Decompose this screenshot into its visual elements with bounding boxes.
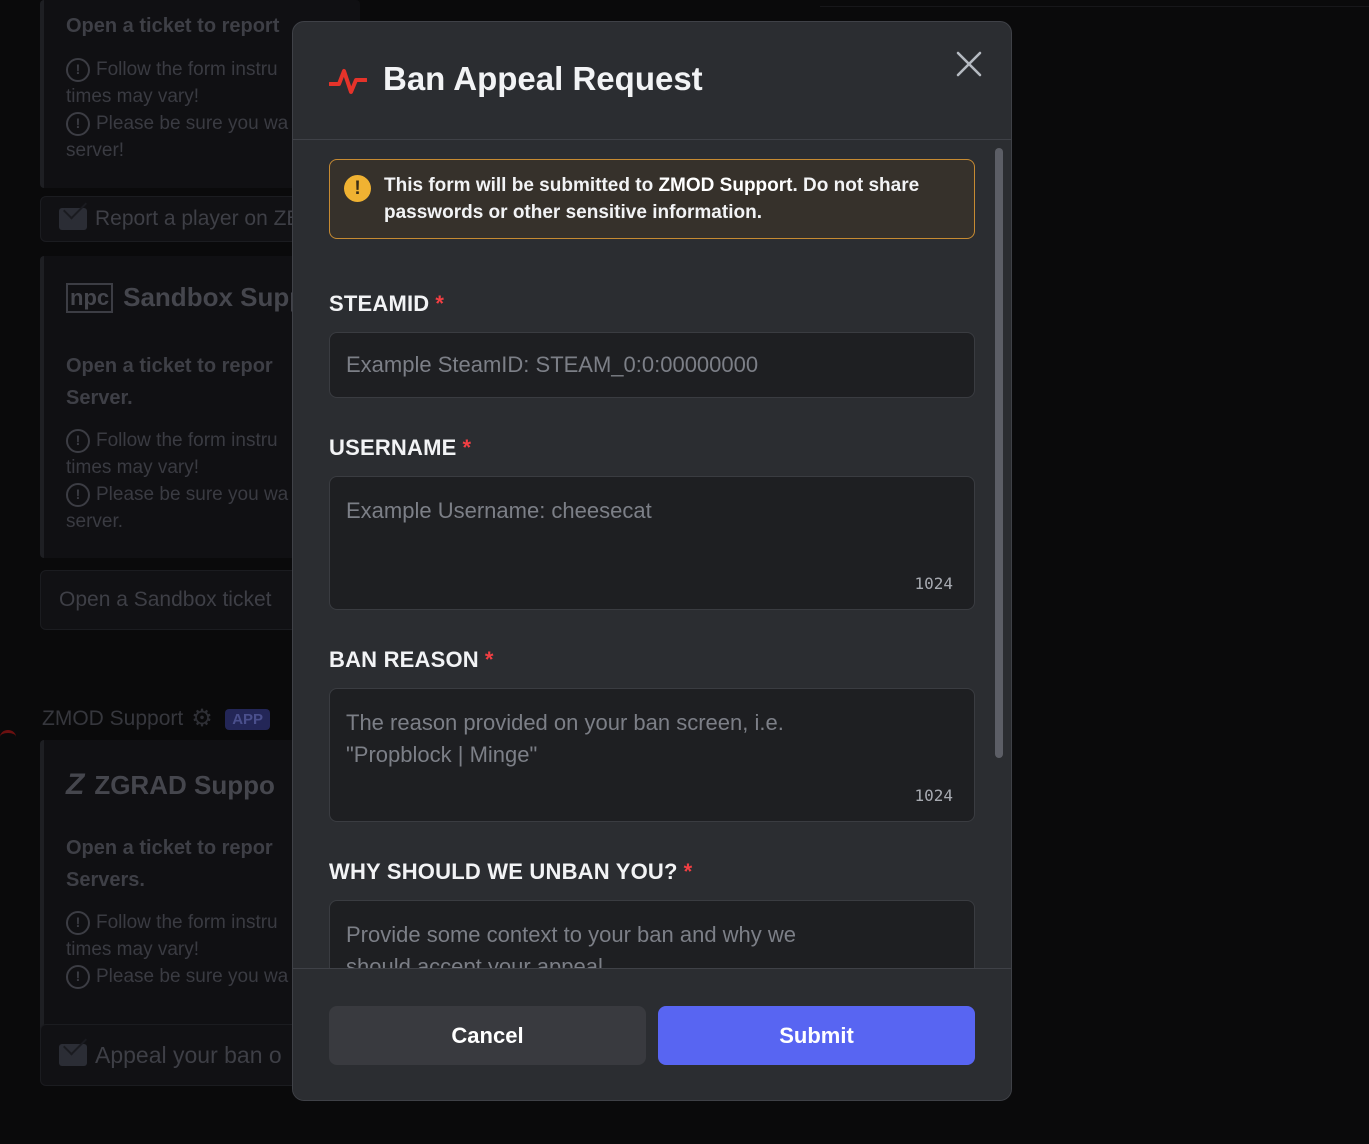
submit-button[interactable]: Submit <box>658 1006 975 1065</box>
npc-logo-icon: npc <box>66 282 114 313</box>
unban-reason-input[interactable]: Provide some context to your ban and why… <box>329 900 975 968</box>
required-mark: * <box>683 859 693 884</box>
notice-text: This form will be submitted to ZMOD Supp… <box>384 175 920 223</box>
warning-notice: ! This form will be submitted to ZMOD Su… <box>329 159 975 239</box>
divider <box>820 6 1369 7</box>
embed-line: server! <box>66 140 125 161</box>
modal-body: ! This form will be submitted to ZMOD Su… <box>293 140 1011 968</box>
warning-icon: ! <box>344 175 371 202</box>
embed-line: times may vary! <box>66 457 200 478</box>
open-sandbox-ticket-button[interactable]: Open a Sandbox ticket <box>40 570 330 630</box>
unread-marker <box>0 730 16 744</box>
required-mark: * <box>435 291 445 316</box>
zgrad-logo-icon: Z <box>66 768 85 801</box>
embed-description: Open a ticket to report <box>66 15 280 37</box>
app-badge: APP <box>225 708 271 730</box>
modal-header: Ban Appeal Request <box>293 22 1011 140</box>
unban-reason-placeholder: Provide some context to your ban and why… <box>346 922 797 968</box>
modal-footer: Cancel Submit <box>293 968 1011 1100</box>
embed-line: server. <box>66 511 124 532</box>
message-author: ZMOD Support ⚙ APP <box>42 705 271 732</box>
username-input[interactable]: Example Username: cheesecat 1024 <box>329 476 975 610</box>
embed-line: times may vary! <box>66 86 200 107</box>
ban-reason-placeholder: The reason provided on your ban screen, … <box>346 710 784 767</box>
embed-title: Z ZGRAD Suppo <box>66 768 275 801</box>
embed-description: Open a ticket to repor <box>66 837 273 859</box>
cancel-button[interactable]: Cancel <box>329 1006 646 1065</box>
embed-line: times may vary! <box>66 939 200 960</box>
embed-line: ! Follow the form instru <box>66 909 278 936</box>
ban-appeal-modal: Ban Appeal Request ! This form will be s… <box>292 21 1012 1101</box>
embed-line: ! Please be sure you wa <box>66 963 288 990</box>
ban-reason-label: BAN REASON * <box>329 647 494 672</box>
exclamation-icon: ! <box>66 482 90 507</box>
report-player-button[interactable]: Report a player on ZB <box>40 196 330 242</box>
embed-line: ! Follow the form instru <box>66 56 278 83</box>
ban-reason-input[interactable]: The reason provided on your ban screen, … <box>329 688 975 822</box>
steamid-placeholder: Example SteamID: STEAM_0:0:00000000 <box>346 352 759 377</box>
gear-icon: ⚙ <box>191 705 213 732</box>
exclamation-icon: ! <box>66 910 90 935</box>
required-mark: * <box>462 435 472 460</box>
close-icon[interactable] <box>953 48 985 80</box>
embed-description: Servers. <box>66 869 145 891</box>
embed-title: npc Sandbox Supp <box>66 282 305 313</box>
required-mark: * <box>484 647 494 672</box>
username-placeholder: Example Username: cheesecat <box>346 498 652 523</box>
author-name[interactable]: ZMOD Support <box>42 707 183 731</box>
mail-icon <box>59 1044 87 1066</box>
exclamation-icon: ! <box>66 111 90 136</box>
exclamation-icon: ! <box>66 428 90 453</box>
appeal-ban-button[interactable]: Appeal your ban o <box>40 1024 330 1086</box>
unban-reason-label: WHY SHOULD WE UNBAN YOU? * <box>329 859 693 884</box>
steamid-label: STEAMID * <box>329 291 445 316</box>
username-label: USERNAME * <box>329 435 472 460</box>
pulse-icon <box>329 69 367 94</box>
scrollbar-thumb[interactable] <box>995 148 1003 758</box>
embed-line: ! Please be sure you wa <box>66 110 288 137</box>
username-char-limit: 1024 <box>914 574 953 593</box>
modal-title: Ban Appeal Request <box>383 60 703 97</box>
embed-line: ! Follow the form instru <box>66 427 278 454</box>
embed-line: ! Please be sure you wa <box>66 481 288 508</box>
ban-reason-char-limit: 1024 <box>914 786 953 805</box>
exclamation-icon: ! <box>66 57 90 82</box>
exclamation-icon: ! <box>66 964 90 989</box>
embed-description: Open a ticket to repor <box>66 355 273 377</box>
steamid-input[interactable]: Example SteamID: STEAM_0:0:00000000 <box>329 332 975 398</box>
mail-icon <box>59 208 87 230</box>
embed-description: Server. <box>66 387 133 409</box>
